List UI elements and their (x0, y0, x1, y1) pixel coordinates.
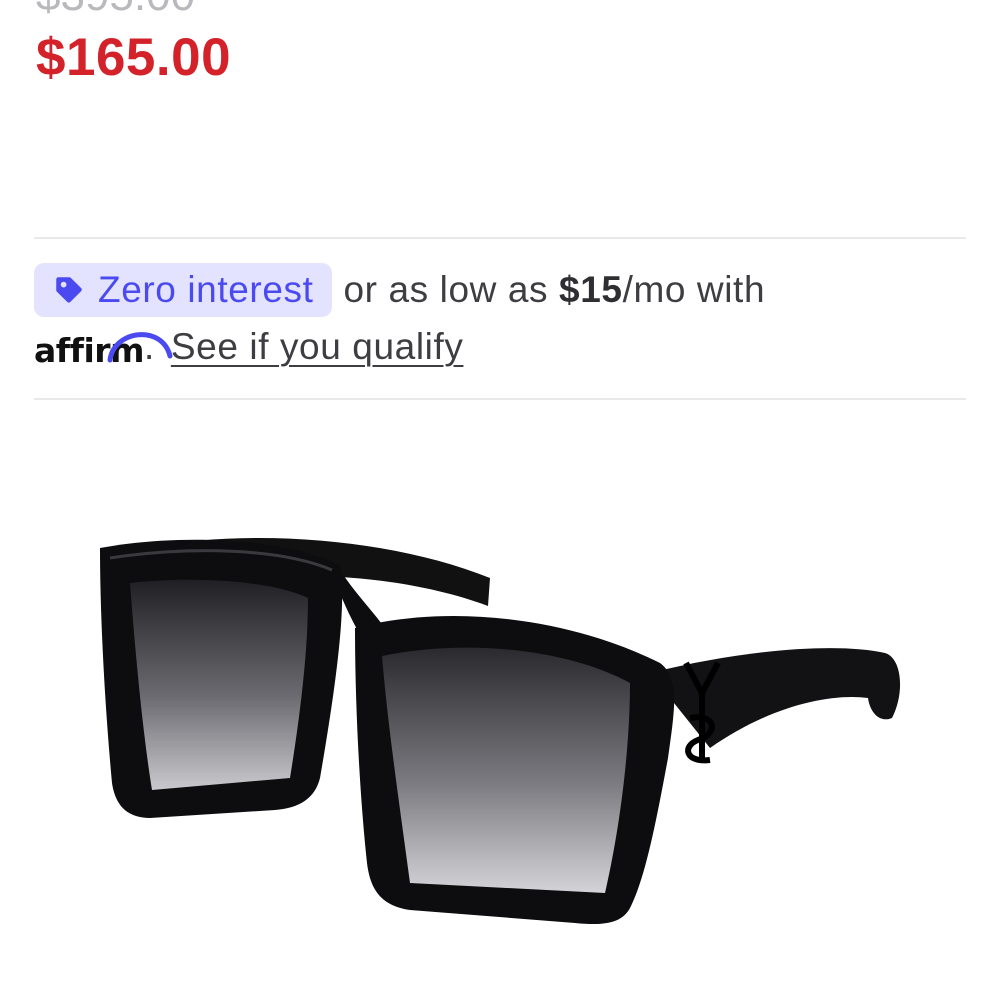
product-image[interactable] (70, 478, 932, 968)
affirm-arc-icon (107, 332, 173, 363)
financing-offer: Zero interest or as low as $15/mo with a… (34, 262, 966, 373)
financing-suffix: /mo with (622, 269, 766, 310)
zero-interest-badge[interactable]: Zero interest (34, 263, 332, 317)
sunglasses-image (100, 538, 901, 925)
sale-price: $165.00 (36, 28, 232, 87)
product-page: $395.00 $165.00 Zero interest or as low … (0, 0, 1000, 1000)
tag-icon (56, 277, 82, 303)
affirm-logo: affirm (34, 324, 173, 370)
monthly-amount: $15 (559, 269, 623, 310)
price-block: $395.00 $165.00 (36, 0, 231, 86)
original-price: $395.00 (36, 0, 231, 20)
zero-interest-label: Zero interest (98, 269, 314, 310)
divider (34, 237, 966, 239)
financing-text: or as low as $15/mo with (344, 269, 766, 311)
see-if-you-qualify-link[interactable]: See if you qualify (171, 326, 464, 368)
financing-prefix: or as low as (343, 269, 549, 310)
divider (34, 398, 966, 400)
